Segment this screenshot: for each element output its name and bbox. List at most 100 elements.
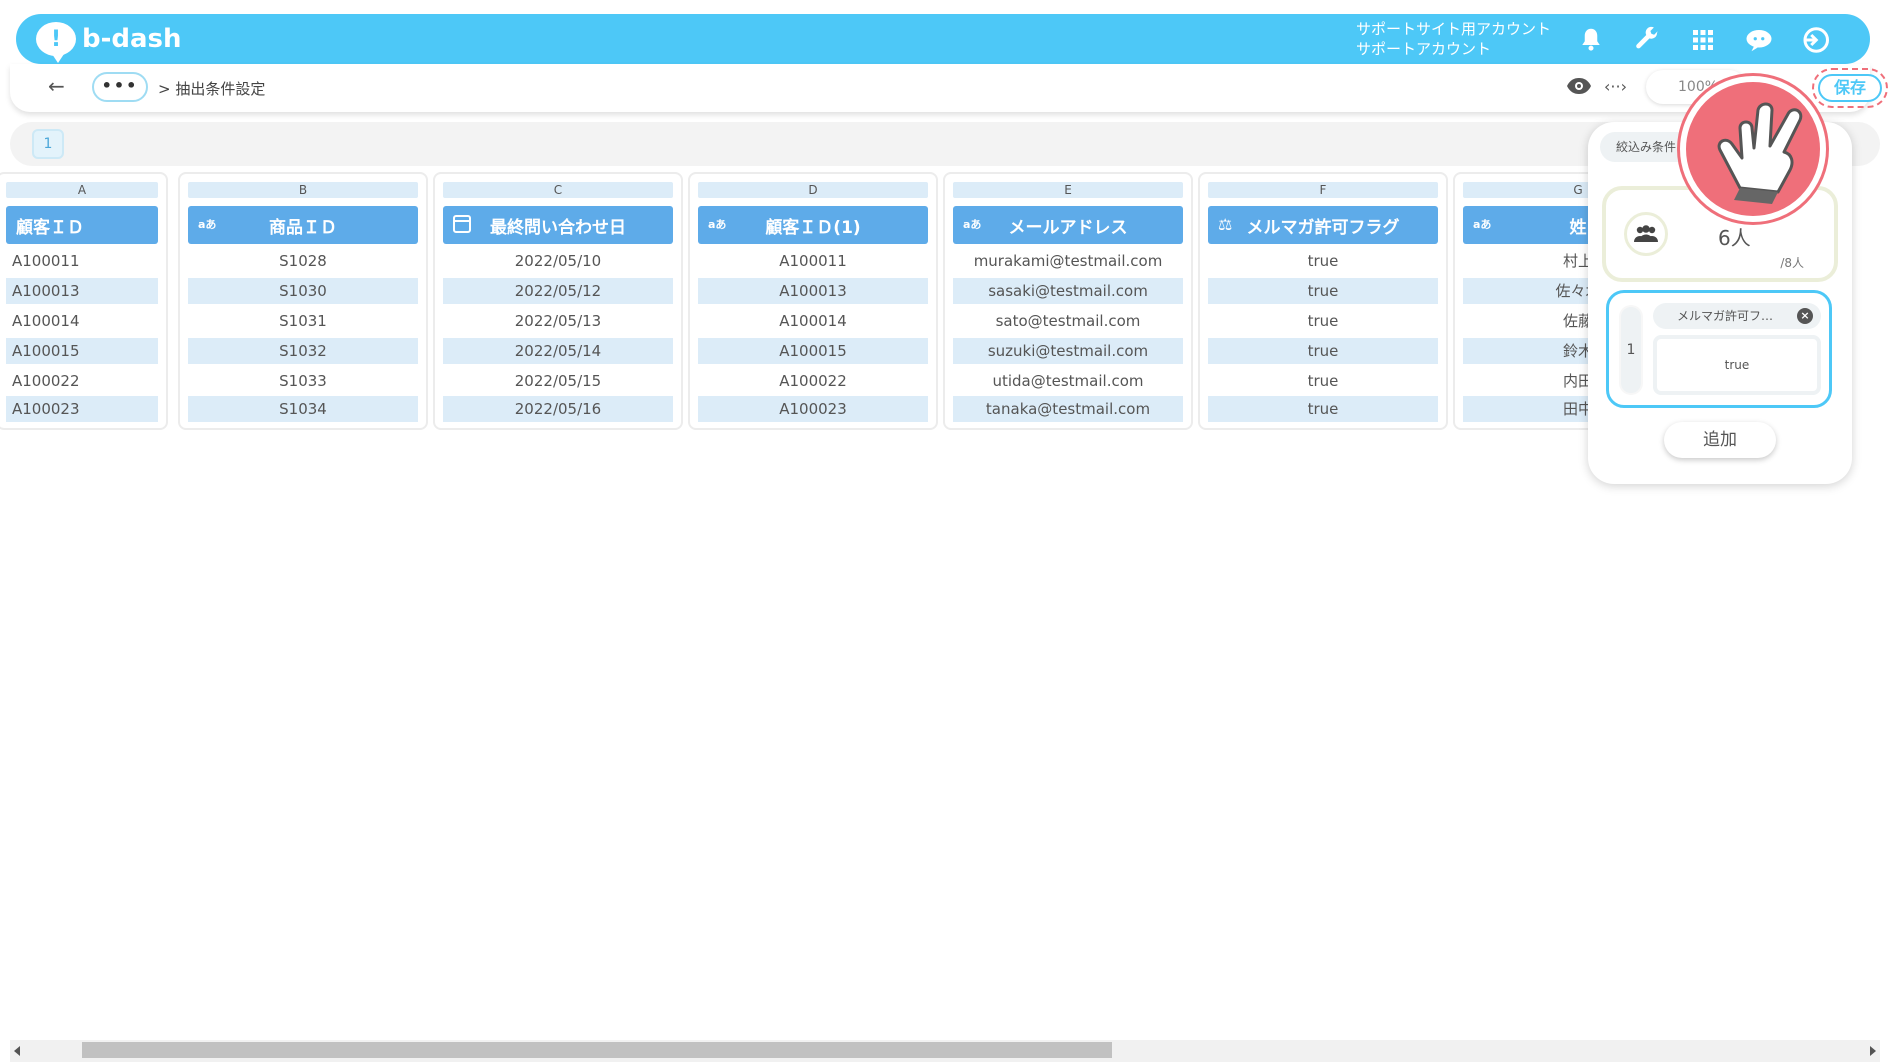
- table-cell[interactable]: A100015: [6, 338, 158, 364]
- column-a[interactable]: A 顧客ＩＤ A100011 A100013 A100014 A100015 A…: [0, 172, 168, 430]
- column-b[interactable]: B aあ 商品ＩＤ S1028 S1030 S1031 S1032 S1033 S…: [178, 172, 428, 430]
- column-d[interactable]: D aあ 顧客ＩＤ(1) A100011 A100013 A100014 A100…: [688, 172, 938, 430]
- column-header-label: メールアドレス: [1008, 217, 1128, 238]
- people-icon: [1624, 212, 1668, 256]
- table-cell[interactable]: true: [1208, 396, 1438, 422]
- table-cell[interactable]: A100014: [6, 308, 158, 334]
- table-cell[interactable]: A100023: [698, 396, 928, 422]
- table-cell[interactable]: A100022: [698, 368, 928, 394]
- page-tab-1[interactable]: 1: [32, 129, 64, 159]
- table-cell[interactable]: S1030: [188, 278, 418, 304]
- table-cell[interactable]: A100011: [698, 248, 928, 274]
- logo-bubble-icon: !: [36, 22, 76, 63]
- table-cell[interactable]: murakami@testmail.com: [953, 248, 1183, 274]
- column-header-label: 最終問い合わせ日: [490, 217, 626, 238]
- column-e[interactable]: E aあ メールアドレス murakami@testmail.com sasaki…: [943, 172, 1193, 430]
- chat-icon[interactable]: [1744, 25, 1774, 55]
- column-header[interactable]: aあ メールアドレス: [953, 206, 1183, 244]
- text-type-icon: aあ: [708, 218, 727, 231]
- column-letter: D: [698, 182, 928, 198]
- column-header-label: 顧客ＩＤ: [16, 217, 84, 238]
- add-condition-button[interactable]: 追加: [1664, 422, 1776, 458]
- table-cell[interactable]: true: [1208, 368, 1438, 394]
- table-cell[interactable]: 2022/05/16: [443, 396, 673, 422]
- table-cell[interactable]: S1028: [188, 248, 418, 274]
- table-cell[interactable]: 2022/05/15: [443, 368, 673, 394]
- table-cell[interactable]: utida@testmail.com: [953, 368, 1183, 394]
- toolbar: ← ••• > 抽出条件設定 ‹··› 100% 保存: [10, 64, 1888, 112]
- table-cell[interactable]: S1034: [188, 396, 418, 422]
- column-c[interactable]: C 最終問い合わせ日 2022/05/10 2022/05/12 2022/05…: [433, 172, 683, 430]
- table-cell[interactable]: S1032: [188, 338, 418, 364]
- breadcrumb: > 抽出条件設定: [158, 80, 266, 98]
- table-cell[interactable]: A100011: [6, 248, 158, 274]
- table-cell[interactable]: sato@testmail.com: [953, 308, 1183, 334]
- back-arrow-icon[interactable]: ←: [48, 74, 65, 98]
- condition-group[interactable]: 1 メルマガ許可フ… × true: [1606, 290, 1832, 408]
- save-button[interactable]: 保存: [1818, 74, 1882, 102]
- table-cell[interactable]: 2022/05/14: [443, 338, 673, 364]
- table-cell[interactable]: sasaki@testmail.com: [953, 278, 1183, 304]
- table-cell[interactable]: true: [1208, 338, 1438, 364]
- table-cell[interactable]: A100023: [6, 396, 158, 422]
- table-cell[interactable]: A100015: [698, 338, 928, 364]
- scroll-right-arrow-icon[interactable]: [1870, 1046, 1876, 1056]
- pointer-hand-icon: [1680, 76, 1826, 222]
- logout-icon[interactable]: [1800, 25, 1830, 55]
- text-type-icon: aあ: [1473, 218, 1492, 231]
- column-header-label: メルマガ許可フラグ: [1246, 217, 1400, 238]
- account-role: サポートアカウント: [1356, 40, 1492, 58]
- account-info[interactable]: サポートサイト用アカウント サポートアカウント: [1356, 19, 1551, 59]
- table-cell[interactable]: tanaka@testmail.com: [953, 396, 1183, 422]
- column-letter: F: [1208, 182, 1438, 198]
- table-cell[interactable]: true: [1208, 278, 1438, 304]
- condition-value[interactable]: true: [1653, 335, 1821, 395]
- logo-text: b-dash: [82, 24, 182, 54]
- text-type-icon: aあ: [963, 218, 982, 231]
- column-letter: E: [953, 182, 1183, 198]
- result-count: 6人: [1718, 226, 1751, 250]
- text-type-icon: aあ: [198, 218, 217, 231]
- condition-field-label: メルマガ許可フ…: [1677, 309, 1774, 323]
- table-cell[interactable]: 2022/05/10: [443, 248, 673, 274]
- table-cell[interactable]: 2022/05/13: [443, 308, 673, 334]
- save-highlight: 保存: [1812, 68, 1888, 108]
- balance-scale-icon: ⚖: [1218, 215, 1233, 234]
- table-cell[interactable]: 2022/05/12: [443, 278, 673, 304]
- table-cell[interactable]: A100014: [698, 308, 928, 334]
- calendar-icon: [453, 215, 471, 233]
- column-letter: A: [6, 182, 158, 198]
- column-f[interactable]: F ⚖ メルマガ許可フラグ true true true true true tr…: [1198, 172, 1448, 430]
- column-letter: C: [443, 182, 673, 198]
- column-header[interactable]: 最終問い合わせ日: [443, 206, 673, 244]
- breadcrumb-more-button[interactable]: •••: [92, 72, 148, 102]
- table-cell[interactable]: suzuki@testmail.com: [953, 338, 1183, 364]
- logo[interactable]: ! b-dash: [36, 22, 182, 63]
- grid-icon[interactable]: [1688, 25, 1718, 55]
- scrollbar-thumb[interactable]: [82, 1042, 1112, 1058]
- code-icon[interactable]: ‹··›: [1604, 77, 1627, 96]
- close-icon[interactable]: ×: [1797, 308, 1813, 324]
- table-cell[interactable]: S1031: [188, 308, 418, 334]
- column-header[interactable]: 顧客ＩＤ: [6, 206, 158, 244]
- scroll-left-arrow-icon[interactable]: [14, 1046, 20, 1056]
- table-cell[interactable]: A100013: [6, 278, 158, 304]
- table-cell[interactable]: A100022: [6, 368, 158, 394]
- column-header-label: 商品ＩＤ: [269, 217, 337, 238]
- table-cell[interactable]: true: [1208, 308, 1438, 334]
- eye-icon[interactable]: [1566, 76, 1592, 100]
- top-header: ! b-dash サポートサイト用アカウント サポートアカウント: [16, 14, 1870, 64]
- table-cell[interactable]: true: [1208, 248, 1438, 274]
- column-header[interactable]: aあ 顧客ＩＤ(1): [698, 206, 928, 244]
- wrench-icon[interactable]: [1632, 25, 1662, 55]
- table-cell[interactable]: S1033: [188, 368, 418, 394]
- column-header[interactable]: aあ 商品ＩＤ: [188, 206, 418, 244]
- column-letter: B: [188, 182, 418, 198]
- bell-icon[interactable]: [1576, 25, 1606, 55]
- total-count: /8人: [1780, 256, 1804, 270]
- column-header-label: 顧客ＩＤ(1): [765, 217, 861, 238]
- table-cell[interactable]: A100013: [698, 278, 928, 304]
- horizontal-scrollbar[interactable]: [10, 1040, 1880, 1062]
- condition-field[interactable]: メルマガ許可フ… ×: [1653, 303, 1821, 329]
- column-header[interactable]: ⚖ メルマガ許可フラグ: [1208, 206, 1438, 244]
